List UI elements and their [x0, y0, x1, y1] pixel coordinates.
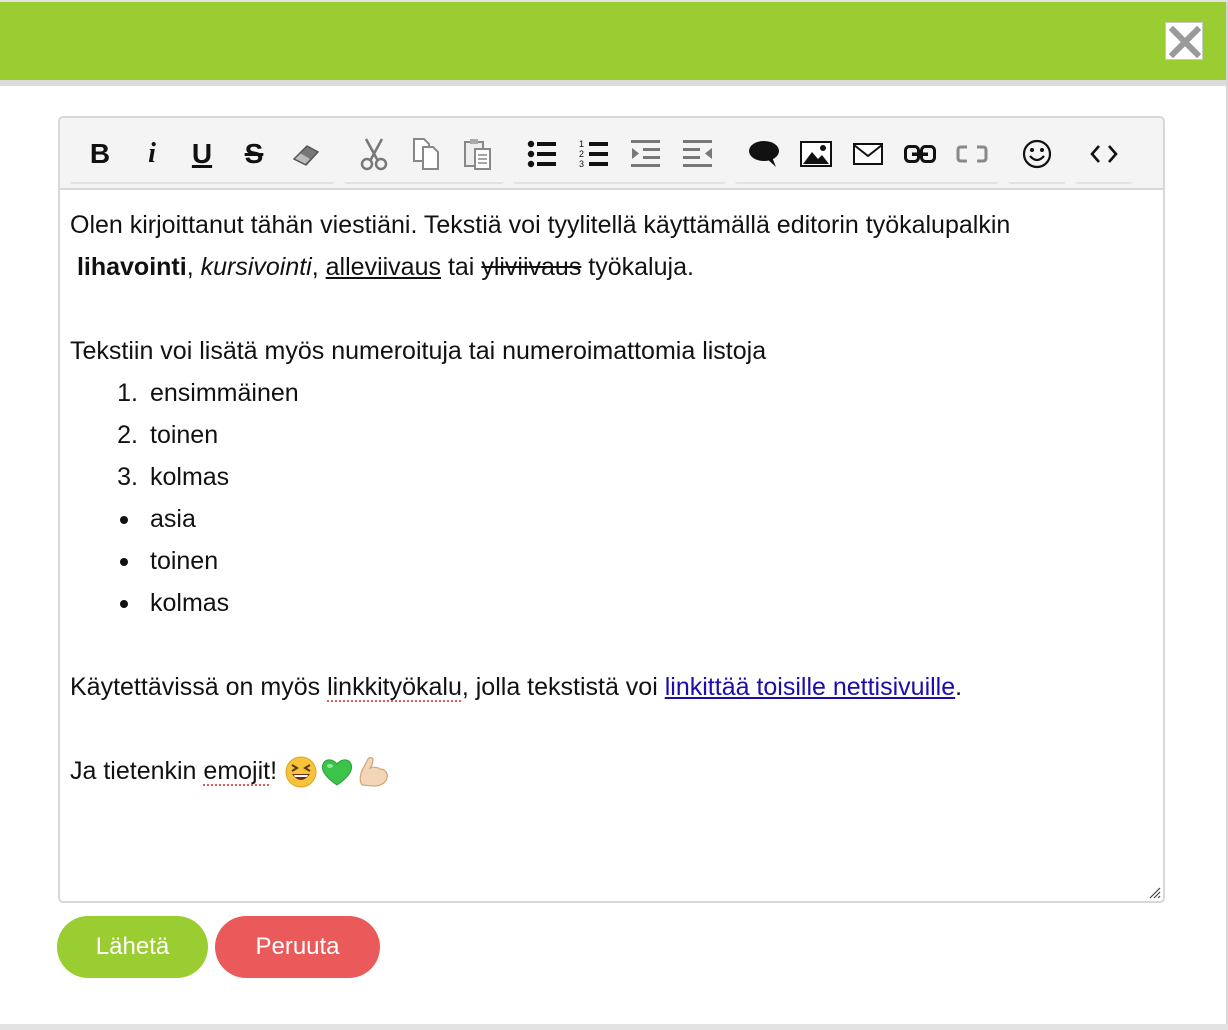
unlink-button[interactable]	[954, 134, 990, 174]
sample-link[interactable]: linkittää toisille nettisivuille	[665, 673, 955, 701]
list-item: 2. toinen	[70, 414, 1150, 456]
green-heart-icon	[322, 759, 353, 786]
unlink-icon	[956, 145, 988, 163]
emoji-group	[284, 755, 390, 789]
copy-button[interactable]	[408, 134, 444, 174]
list-item-text: toinen	[150, 547, 219, 575]
smiley-icon	[1022, 139, 1052, 169]
intro-text: Olen kirjoittanut tähän viestiäni. Tekst…	[70, 211, 1011, 239]
editor-content[interactable]: Olen kirjoittanut tähän viestiäni. Tekst…	[70, 204, 1150, 792]
flexed-biceps-icon	[359, 757, 388, 788]
ordered-list: 1. ensimmäinen 2. toinen 3. kolmas	[70, 372, 1150, 498]
italic-icon: i	[148, 138, 156, 169]
copy-icon	[413, 138, 439, 170]
paragraph-link: Käytettävissä on myös linkkityökalu, jol…	[70, 666, 1150, 708]
list-item-text: ensimmäinen	[150, 379, 299, 407]
close-button[interactable]	[1165, 22, 1203, 60]
list-item-text: kolmas	[150, 589, 230, 617]
paragraph-emoji: Ja tietenkin emojit!	[70, 750, 1150, 792]
strikethrough-sample: yliviivaus	[481, 253, 582, 281]
bullet	[120, 600, 128, 608]
underline-button[interactable]: U	[184, 134, 220, 174]
indent-icon	[631, 140, 660, 167]
list-item: 3. kolmas	[70, 456, 1150, 498]
connector-text: tai	[447, 253, 475, 281]
svg-text:2: 2	[579, 149, 584, 159]
list-item-text: toinen	[150, 421, 219, 449]
resize-handle[interactable]	[1147, 885, 1161, 899]
paste-button[interactable]	[460, 134, 496, 174]
bold-sample: lihavointi	[76, 253, 187, 281]
source-code-button[interactable]	[1086, 134, 1122, 174]
link-button[interactable]	[902, 134, 938, 174]
header-divider	[0, 80, 1226, 86]
unordered-list: asia toinen kolmas	[70, 498, 1150, 624]
image-button[interactable]	[798, 134, 834, 174]
strikethrough-icon: S	[244, 138, 264, 169]
bulleted-list-button[interactable]	[524, 134, 560, 174]
paragraph-intro: Olen kirjoittanut tähän viestiäni. Tekst…	[70, 204, 1150, 288]
close-icon	[1169, 26, 1201, 58]
list-number: 1.	[117, 379, 138, 407]
italic-sample: kursivointi	[200, 253, 312, 281]
paragraph-lists: Tekstiin voi lisätä myös numeroituja tai…	[70, 337, 767, 365]
editor-toolbar: B i U S 1 2 3	[60, 118, 1163, 190]
link-icon	[904, 145, 936, 163]
quote-button[interactable]	[746, 134, 782, 174]
code-icon	[1090, 145, 1118, 163]
underline-icon: U	[191, 138, 213, 169]
list-item: toinen	[70, 540, 1150, 582]
bold-button[interactable]: B	[82, 134, 118, 174]
email-button[interactable]	[850, 134, 886, 174]
mail-icon	[853, 143, 883, 165]
cancel-button[interactable]: Peruuta	[215, 916, 380, 978]
image-icon	[800, 141, 832, 167]
separator: ,	[311, 253, 319, 281]
list-item-text: asia	[150, 505, 196, 533]
strikethrough-button[interactable]: S	[236, 134, 272, 174]
list-item-text: kolmas	[150, 463, 230, 491]
speech-bubble-icon	[749, 141, 779, 167]
cut-button[interactable]	[356, 134, 392, 174]
eraser-icon	[292, 145, 320, 166]
numbered-list-button[interactable]: 1 2 3	[576, 134, 612, 174]
misspelled-word: linkkityökalu	[327, 673, 462, 701]
paste-icon	[464, 139, 491, 170]
list-item: 1. ensimmäinen	[70, 372, 1150, 414]
list-item: kolmas	[70, 582, 1150, 624]
link-paragraph-start: Käytettävissä on myös	[70, 673, 321, 701]
bullet	[120, 558, 128, 566]
send-button[interactable]: Lähetä	[57, 916, 208, 978]
intro-end-text: työkaluja.	[588, 253, 694, 281]
emoji-button[interactable]	[1019, 134, 1055, 174]
link-paragraph-end: .	[955, 673, 963, 701]
grinning-squinting-face-icon	[285, 756, 317, 788]
numbered-list-icon: 1 2 3	[579, 139, 608, 169]
separator: ,	[186, 253, 194, 281]
list-number: 2.	[117, 421, 138, 449]
svg-text:3: 3	[579, 159, 584, 169]
rich-text-editor: B i U S 1 2 3 Olen kirjoittanut tähän vi…	[58, 116, 1165, 903]
outdent-icon	[683, 140, 712, 167]
emoji-paragraph-end: !	[270, 757, 278, 785]
underline-sample: alleviivaus	[325, 253, 441, 281]
list-number: 3.	[117, 463, 138, 491]
bulleted-list-icon	[527, 140, 556, 168]
list-item: asia	[70, 498, 1150, 540]
link-paragraph-mid: , jolla tekstistä voi	[461, 673, 658, 701]
message-dialog: B i U S 1 2 3 Olen kirjoittanut tähän vi…	[0, 2, 1228, 1024]
dialog-header	[0, 2, 1226, 80]
bold-icon: B	[89, 138, 111, 169]
italic-button[interactable]: i	[134, 134, 170, 174]
bullet	[120, 516, 128, 524]
clear-format-button[interactable]	[288, 134, 324, 174]
outdent-button[interactable]	[680, 134, 716, 174]
emoji-paragraph-start: Ja tietenkin	[70, 757, 197, 785]
scissors-icon	[360, 138, 388, 171]
misspelled-word: emojit	[203, 757, 271, 785]
svg-text:1: 1	[579, 139, 584, 149]
indent-button[interactable]	[628, 134, 664, 174]
